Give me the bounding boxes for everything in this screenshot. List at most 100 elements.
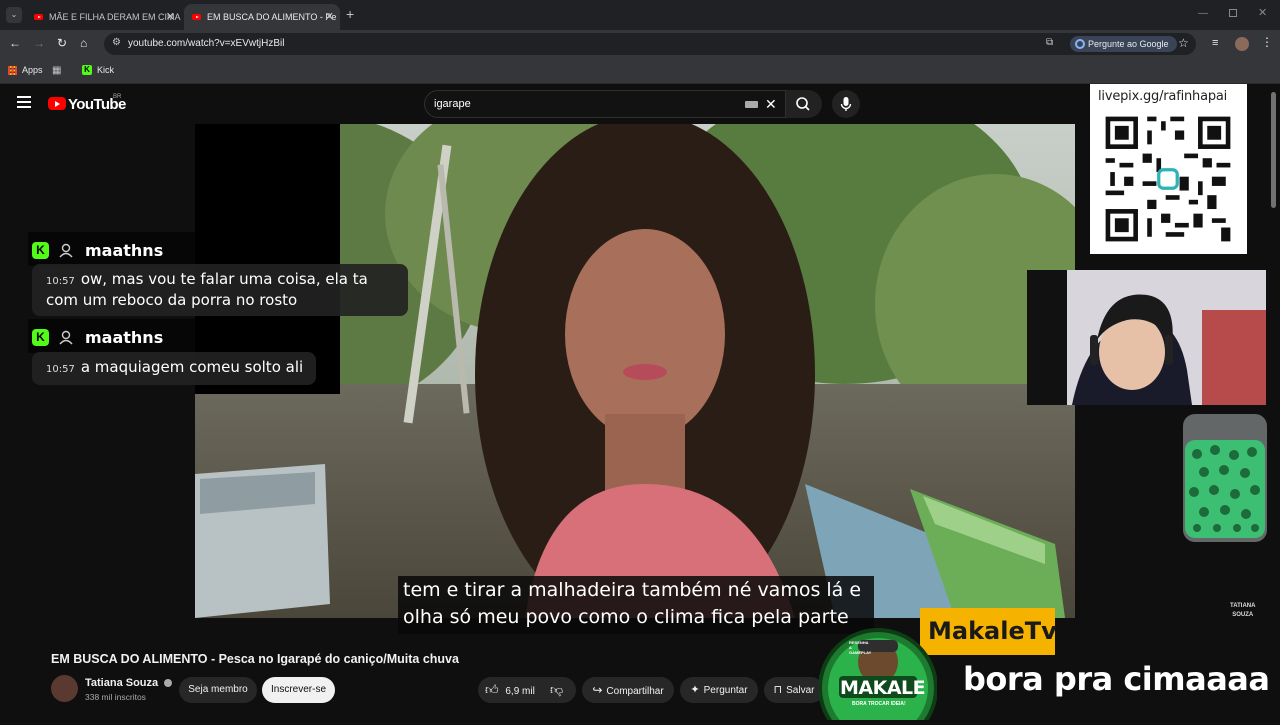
video-subtitles: tem e tirar a malhadeira também né vamos… xyxy=(398,576,874,634)
share-label: Compartilhar xyxy=(606,686,664,697)
chat-username: maathns xyxy=(85,241,164,260)
kick-badge-icon: K xyxy=(32,329,49,346)
watermark-line-2: SOUZA xyxy=(1232,612,1254,618)
microphone-icon xyxy=(840,97,852,111)
chat-message-2: 10:57 a maquiagem comeu solto ali xyxy=(32,352,316,385)
join-button[interactable]: Seja membro xyxy=(179,677,257,703)
verified-icon xyxy=(164,679,173,688)
voice-search-button[interactable] xyxy=(832,90,860,118)
tab-label: EM BUSCA DO ALIMENTO - Pe xyxy=(207,12,337,22)
channel-name[interactable]: Tatiana Souza xyxy=(85,677,173,689)
bookmark-icon: ⊓ xyxy=(773,684,783,696)
jar-icon xyxy=(1183,414,1267,542)
region-label: BR xyxy=(113,94,122,100)
watermark-line-1: TATIANA xyxy=(1230,603,1256,609)
minimize-icon[interactable]: — xyxy=(1198,8,1208,19)
share-icon: ↪ xyxy=(592,683,603,697)
streamer-webcam xyxy=(1027,270,1266,405)
browser-tab-bar: ⌄ MÃE E FILHA DERAM EM CIMA ✕ EM BUSCA D… xyxy=(0,0,1280,30)
user-icon xyxy=(59,330,73,345)
bookmark-star-icon[interactable]: ☆ xyxy=(1178,36,1189,50)
new-tab-icon[interactable]: + xyxy=(346,6,354,22)
goal-jar xyxy=(1179,410,1271,546)
save-label: Salvar xyxy=(786,685,815,696)
site-info-icon[interactable]: ⚙ xyxy=(112,37,121,48)
search-button[interactable] xyxy=(786,90,822,118)
search-input[interactable]: igarape ✕ xyxy=(424,90,786,118)
youtube-logo-icon[interactable] xyxy=(48,97,66,110)
thumbs-up-icon: 👍︎ xyxy=(485,682,499,697)
hamburger-menu-icon[interactable] xyxy=(17,96,31,108)
bookmarks-bar: Apps ▦ K Kick xyxy=(0,58,1280,84)
ask-label: Perguntar xyxy=(703,685,748,696)
bookmark-apps[interactable]: Apps xyxy=(8,65,43,75)
chat-text: a maquiagem comeu solto ali xyxy=(80,358,304,376)
chat-time: 10:57 xyxy=(46,276,75,287)
kick-badge-icon: K xyxy=(32,242,49,259)
browser-menu-icon[interactable]: ⋮ xyxy=(1261,35,1273,49)
profile-avatar[interactable] xyxy=(1235,37,1249,51)
home-icon[interactable]: ⌂ xyxy=(80,36,87,50)
subtitle-line-1: tem e tirar a malhadeira também né vamos… xyxy=(403,579,862,601)
webcam-image xyxy=(1027,270,1266,405)
sparkle-icon: ✦ xyxy=(690,684,700,696)
subscribe-button[interactable]: Inscrever-se xyxy=(262,677,335,703)
chat-username: maathns xyxy=(85,328,164,347)
user-icon xyxy=(59,243,73,258)
forward-icon[interactable]: → xyxy=(33,36,45,50)
subscriber-count: 338 mil inscritos xyxy=(85,692,146,702)
bookmark-apps-label: Apps xyxy=(22,65,43,75)
youtube-favicon-icon xyxy=(34,14,43,20)
address-toolbar: ← → ↻ ⌂ ⚙ youtube.com/watch?v=xEVwtjHzBi… xyxy=(0,30,1280,58)
badge-name-text: MAKALE xyxy=(840,677,926,699)
ask-google-label: Pergunte ao Google xyxy=(1088,39,1169,49)
tab-groups-icon[interactable]: ▦ xyxy=(52,65,61,76)
badge-bottom-text: BORA TROCAR IDEIA! xyxy=(852,701,906,707)
save-button[interactable]: ⊓ Salvar xyxy=(764,677,824,703)
close-tab-icon[interactable]: ✕ xyxy=(166,10,175,23)
dislike-button[interactable]: 👎︎ xyxy=(550,682,563,698)
subscribe-label: Inscrever-se xyxy=(270,684,326,695)
keyboard-icon[interactable] xyxy=(745,101,758,108)
channel-name-text: Tatiana Souza xyxy=(85,677,159,689)
subtitle-line-2: olha só meu povo como o clima fica pela … xyxy=(403,606,849,628)
ask-google-button[interactable]: Pergunte ao Google xyxy=(1070,36,1177,52)
url-text: youtube.com/watch?v=xEVwtjHzBil xyxy=(128,38,285,49)
bora-pra-cima-text: bora pra cimaaaa xyxy=(963,660,1270,698)
youtube-favicon-icon xyxy=(192,14,201,20)
search-icon xyxy=(796,97,810,111)
share-button[interactable]: ↪ Compartilhar xyxy=(582,677,674,703)
close-tab-icon[interactable]: ✕ xyxy=(325,10,334,23)
install-icon[interactable]: ⧉ xyxy=(1046,37,1053,48)
qr-code-icon xyxy=(1101,112,1235,246)
video-watermark: TATIANA SOUZA xyxy=(1230,602,1255,620)
join-label: Seja membro xyxy=(188,684,248,695)
chat-header-1 xyxy=(28,232,339,266)
tab-search-icon[interactable]: ⌄ xyxy=(6,7,22,23)
chat-message-1: 10:57 ow, mas vou te falar uma coisa, ela… xyxy=(32,264,408,316)
ask-button[interactable]: ✦ Perguntar xyxy=(680,677,758,703)
page-scrollbar[interactable] xyxy=(1271,92,1276,208)
makale-tv-label: MakaleTv xyxy=(920,608,1057,655)
google-lens-icon xyxy=(1075,39,1085,49)
restore-icon[interactable] xyxy=(1229,9,1237,17)
tab-label: MÃE E FILHA DERAM EM CIMA xyxy=(49,12,181,22)
reading-list-icon[interactable]: ≡ xyxy=(1212,37,1218,49)
video-title: EM BUSCA DO ALIMENTO - Pesca no Igarapé … xyxy=(51,652,459,666)
like-button[interactable]: 👍︎ 6,9 mil xyxy=(485,682,535,700)
reload-icon[interactable]: ↻ xyxy=(57,36,67,50)
address-bar[interactable]: ⚙ youtube.com/watch?v=xEVwtjHzBil ⧉ Perg… xyxy=(104,33,1196,55)
bookmark-kick-label: Kick xyxy=(97,65,115,75)
back-icon[interactable]: ← xyxy=(9,36,21,50)
thumbs-down-icon: 👎︎ xyxy=(550,682,564,697)
tab-mae-e-filha[interactable]: MÃE E FILHA DERAM EM CIMA ✕ xyxy=(26,4,181,30)
badge-top-text: RESENHA & GAMEPLAY xyxy=(849,640,872,655)
like-count: 6,9 mil xyxy=(505,686,535,697)
bookmark-kick[interactable]: K Kick xyxy=(82,65,114,75)
channel-avatar[interactable] xyxy=(51,675,78,702)
kick-logo-icon: K xyxy=(82,65,92,75)
close-window-icon[interactable]: ✕ xyxy=(1258,6,1267,19)
tab-em-busca[interactable]: EM BUSCA DO ALIMENTO - Pe ✕ xyxy=(184,4,340,30)
chat-time: 10:57 xyxy=(46,364,75,375)
clear-search-icon[interactable]: ✕ xyxy=(765,96,777,113)
